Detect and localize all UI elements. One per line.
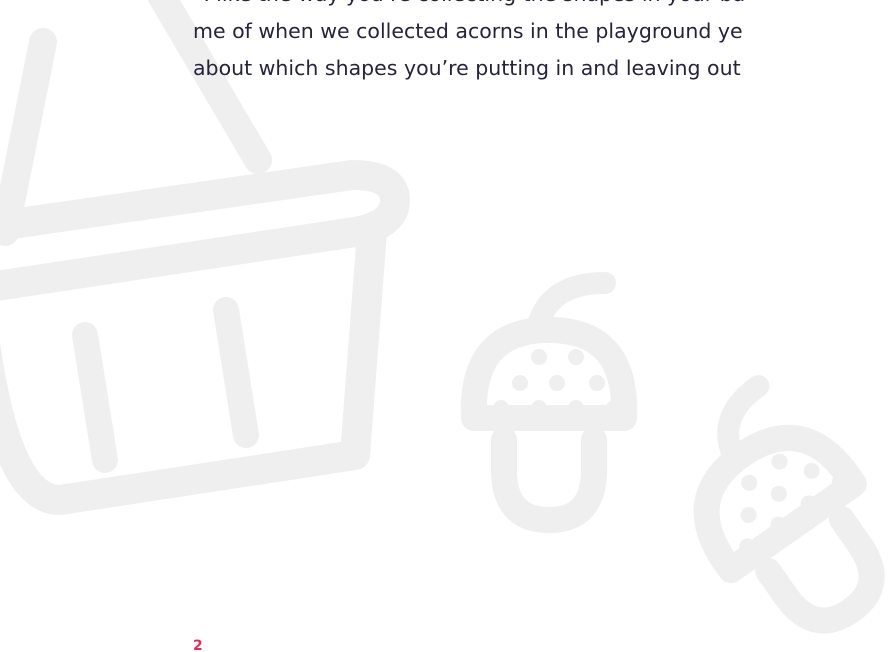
acorn-tilted-icon [693,375,885,634]
page-number: 2 [193,638,203,652]
acorn-icon [460,272,638,534]
quote-text: “I like the way you’re collecting the sh… [193,0,893,87]
quote-line-3: about which shapes you’re putting in and… [193,56,741,80]
background-illustration [0,0,885,634]
document-page: “I like the way you’re collecting the sh… [0,0,893,652]
quote-line-2: me of when we collected acorns in the pl… [193,19,743,43]
quote-line-1: “I like the way you’re collecting the sh… [193,0,893,13]
